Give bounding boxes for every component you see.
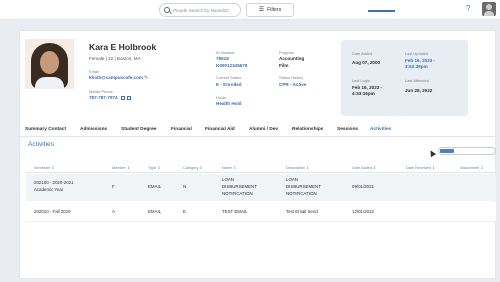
col-date-added[interactable]: Date Added ⇕ xyxy=(352,165,376,170)
tab-admissions[interactable]: Admissions xyxy=(80,127,107,132)
tab-relationships[interactable]: Relationships xyxy=(292,127,323,132)
last-attended-label: Last Attended xyxy=(405,78,429,83)
col-name[interactable]: Name ⇕ xyxy=(222,165,236,170)
col-attachment[interactable]: Attachment ⇕ xyxy=(460,165,483,170)
people-search-input[interactable]: People Search by Name/ID xyxy=(159,3,241,17)
tab-alumni-dev[interactable]: Alumni / Dev xyxy=(249,127,278,132)
cell-desc-line1: Test Email Send xyxy=(286,209,318,214)
table-header: Semester ⇕ Member ⇕ Type ⇕ Category ⇕ Na… xyxy=(26,161,496,173)
current-status: E - Enrolled xyxy=(216,82,242,87)
cell-category: E xyxy=(183,209,186,214)
phone-icon[interactable] xyxy=(126,95,131,100)
holds-value[interactable]: Health Hold xyxy=(216,101,242,106)
tab-financial-aid[interactable]: Financial Aid xyxy=(205,127,235,132)
date-added: Aug 07, 2000 xyxy=(352,60,381,65)
email-link[interactable]: kholb@campuscafe.com xyxy=(89,75,143,80)
filter-icon: ☰ xyxy=(258,7,265,13)
section-title: Activities xyxy=(28,141,55,148)
student-subinfo: Female | 22 | Boston, MA xyxy=(89,56,141,61)
last-attended: Jun 28, 2022 xyxy=(405,88,433,93)
cell-name-line1: LOAN xyxy=(222,177,234,182)
status-history-value[interactable]: CPR - Active xyxy=(279,82,306,87)
cell-desc-line2: DISBURSEMENT xyxy=(286,184,321,189)
mobile-row: 787-787-7874 xyxy=(89,95,131,100)
date-added-label: Date Added xyxy=(352,51,373,56)
active-tab-indicator xyxy=(368,10,395,12)
filters-button[interactable]: ☰ Filters xyxy=(246,3,294,17)
student-photo xyxy=(25,39,74,89)
cell-type: EMAIL xyxy=(148,184,162,189)
filters-label: Filters xyxy=(267,7,282,13)
col-description[interactable]: Description ⇕ xyxy=(286,165,309,170)
edit-pencil-icon[interactable]: ✎ xyxy=(144,75,148,81)
top-bar: People Search by Name/ID ☰ Filters ? xyxy=(0,0,500,20)
tab-activities[interactable]: Activities xyxy=(370,127,391,132)
holds-label: Holds xyxy=(216,95,226,100)
status-history-label: Status History xyxy=(279,75,304,80)
program-line1: Accounting xyxy=(279,56,305,61)
cell-category: N xyxy=(183,184,187,189)
id-label: ID Number xyxy=(216,50,235,55)
table-row[interactable]: 202010 - Fall 2019 A EMAIL E TEST EMAIL … xyxy=(26,202,496,222)
cell-desc-line1: LOAN xyxy=(286,177,298,182)
last-updated-line1: Feb 16, 2023 - xyxy=(405,58,436,63)
current-status-label: Current Status xyxy=(216,75,242,80)
cell-semester-sub: Academic Year xyxy=(34,187,64,192)
chat-icon[interactable] xyxy=(120,95,125,100)
cell-type: EMAIL xyxy=(148,209,162,214)
cell-desc-line3: NOTIFICATION xyxy=(286,191,317,196)
cell-name-line1: TEST EMAIL xyxy=(222,209,248,214)
cell-semester: 202100 - 2020-2021 xyxy=(34,180,74,185)
student-name: Kara E Holbrook xyxy=(89,42,157,52)
cell-name-line2: DISBURSEMENT xyxy=(222,184,257,189)
last-login-label: Last Login xyxy=(352,78,370,83)
last-updated-line2: 3:52:39pm xyxy=(405,64,428,69)
profile-tabs: Summary Contact Admissions Student Degre… xyxy=(19,125,496,137)
last-login-line1: Feb 16, 2023 - xyxy=(352,85,383,90)
tab-sessions[interactable]: Sessions xyxy=(337,127,358,132)
email-label: Email xyxy=(89,69,99,74)
search-placeholder: People Search by Name/ID xyxy=(173,7,229,13)
cell-semester: 202010 - Fall 2019 xyxy=(34,209,71,214)
mobile-number[interactable]: 787-787-7874 xyxy=(89,95,118,100)
id-number-alt: K00012345678 xyxy=(216,63,248,68)
mobile-label: Mobile Phone xyxy=(89,89,113,94)
col-date-received[interactable]: Date Received ⇕ xyxy=(406,165,435,170)
cell-date-added: 12/01/2022 xyxy=(352,209,374,214)
search-icon xyxy=(164,7,170,13)
program-line2: Film xyxy=(279,63,289,68)
id-number: 78618 xyxy=(216,56,229,61)
last-login-line2: 4:33:16pm xyxy=(352,91,375,96)
cell-member: A xyxy=(112,209,115,214)
tab-summary-contact[interactable]: Summary Contact xyxy=(25,127,66,132)
table-row[interactable]: 202100 - 2020-2021 Academic Year F EMAIL… xyxy=(26,174,496,201)
col-member[interactable]: Member ⇕ xyxy=(112,165,130,170)
cell-member: F xyxy=(112,184,115,189)
col-type[interactable]: Type ⇕ xyxy=(148,165,160,170)
tab-financial[interactable]: Financial xyxy=(171,127,192,132)
cell-date-added: 09/01/2021 xyxy=(352,184,374,189)
last-updated-label: Last Updated xyxy=(405,51,429,56)
col-category[interactable]: Category ⇕ xyxy=(183,165,203,170)
program-label: Program xyxy=(279,50,294,55)
cell-name-line3: NOTIFICATION xyxy=(222,191,253,196)
scrollbar-thumb[interactable] xyxy=(440,149,454,153)
email-row: kholb@campuscafe.com✎ xyxy=(89,75,148,81)
col-semester[interactable]: Semester ⇕ xyxy=(34,165,54,170)
tab-student-degree[interactable]: Student Degree xyxy=(121,127,156,132)
user-avatar[interactable] xyxy=(482,2,496,16)
help-icon[interactable]: ? xyxy=(466,4,470,13)
